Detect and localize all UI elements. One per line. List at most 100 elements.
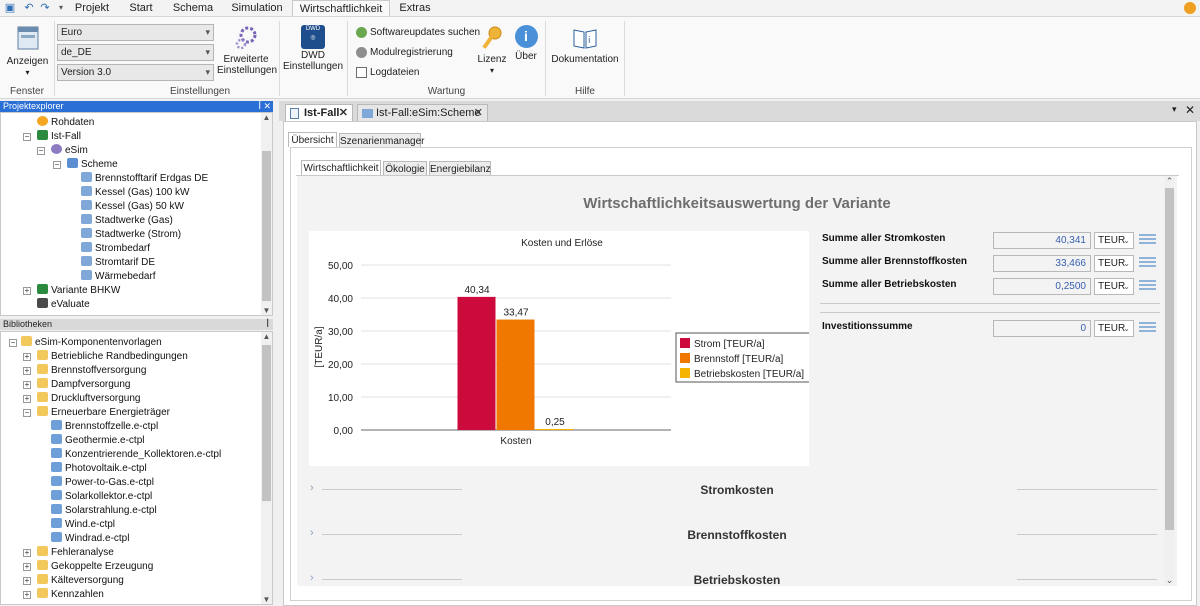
- menu-icon[interactable]: [1139, 234, 1156, 247]
- chevron-right-icon[interactable]: ›: [310, 482, 314, 494]
- library-template[interactable]: Konzentrierende_Kollektoren.e-ctpl: [51, 448, 221, 462]
- menu-icon[interactable]: [1139, 280, 1156, 293]
- unit-select[interactable]: TEUR ⌄: [1094, 232, 1134, 249]
- save-icon[interactable]: ▣: [3, 1, 17, 14]
- scroll-up-icon[interactable]: ▲: [261, 113, 272, 122]
- tab-list-dropdown-icon[interactable]: ▾: [1172, 104, 1177, 115]
- scroll-up-icon[interactable]: ⌃: [1164, 176, 1175, 187]
- library-folder[interactable]: Druckluftversorgung: [37, 392, 140, 406]
- collapse-toggle[interactable]: −: [53, 161, 61, 169]
- summary-value-betriebskosten[interactable]: 0,2500: [993, 278, 1091, 295]
- tree-item-evaluate[interactable]: eValuate: [37, 298, 90, 312]
- summary-value-investitionssumme[interactable]: 0: [993, 320, 1091, 337]
- projektexplorer-scrollbar[interactable]: ▲ ▼: [261, 113, 272, 315]
- scrollbar-thumb[interactable]: [262, 151, 271, 301]
- tab-szenarienmanager[interactable]: Szenarienmanager: [339, 133, 425, 148]
- tab-wirtschaftlichkeit[interactable]: Wirtschaftlichkeit: [301, 160, 381, 175]
- collapse-toggle[interactable]: −: [37, 147, 45, 155]
- library-template[interactable]: Solarstrahlung.e-ctpl: [51, 504, 157, 518]
- bibliotheken-scrollbar[interactable]: ▲ ▼: [261, 332, 272, 604]
- tree-item-component[interactable]: Stadtwerke (Gas): [81, 214, 173, 228]
- tree-item-scheme[interactable]: Scheme: [67, 158, 118, 172]
- collapse-toggle[interactable]: −: [23, 409, 31, 417]
- logdateien-button[interactable]: Logdateien: [356, 65, 420, 80]
- expand-toggle[interactable]: +: [23, 549, 31, 557]
- tree-item-component[interactable]: Brennstofftarif Erdgas DE: [81, 172, 208, 186]
- unit-select[interactable]: TEUR ⌄: [1094, 278, 1134, 295]
- tree-item-variante-bhkw[interactable]: Variante BHKW: [37, 284, 120, 298]
- expand-toggle[interactable]: +: [23, 287, 31, 295]
- softwareupdates-button[interactable]: Softwareupdates suchen: [356, 25, 480, 40]
- chevron-right-icon[interactable]: ›: [310, 572, 314, 584]
- library-folder[interactable]: Kälteversorgung: [37, 574, 124, 588]
- chevron-right-icon[interactable]: ›: [310, 527, 314, 539]
- tree-item-component[interactable]: Kessel (Gas) 100 kW: [81, 186, 189, 200]
- ribbon-tab-simulation[interactable]: Simulation: [224, 0, 290, 16]
- scroll-down-icon[interactable]: ▼: [261, 306, 272, 315]
- scroll-down-icon[interactable]: ▼: [261, 595, 272, 604]
- doc-tab-ist-fall[interactable]: Ist-Fall ✕: [285, 104, 353, 121]
- erweiterte-einstellungen-button[interactable]: Erweiterte Einstellungen: [217, 25, 277, 77]
- library-folder[interactable]: Kennzahlen: [37, 588, 104, 602]
- unit-select[interactable]: TEUR ⌄: [1094, 255, 1134, 272]
- section-brennstoffkosten[interactable]: Brennstoffkosten: [637, 528, 837, 542]
- ribbon-tab-extras[interactable]: Extras: [392, 0, 438, 16]
- tree-item-ist-fall[interactable]: Ist-Fall: [37, 130, 81, 144]
- library-folder[interactable]: Fehleranalyse: [37, 546, 114, 560]
- currency-select[interactable]: Euro ▾: [57, 24, 214, 41]
- section-betriebskosten[interactable]: Betriebskosten: [637, 573, 837, 586]
- scrollbar-thumb[interactable]: [262, 345, 271, 501]
- pin-icon[interactable]: ꟾ: [266, 319, 269, 330]
- version-select[interactable]: Version 3.0 ▾: [57, 64, 214, 81]
- library-template[interactable]: Power-to-Gas.e-ctpl: [51, 476, 154, 490]
- scroll-down-icon[interactable]: ⌄: [1164, 575, 1175, 586]
- unit-select[interactable]: TEUR ⌄: [1094, 320, 1134, 337]
- close-icon[interactable]: ✕: [263, 101, 271, 112]
- redo-icon[interactable]: ↷: [38, 1, 52, 14]
- expand-toggle[interactable]: +: [23, 395, 31, 403]
- anzeigen-button[interactable]: Anzeigen ▾: [5, 25, 50, 77]
- tab-uebersicht[interactable]: Übersicht: [288, 132, 337, 147]
- pin-icon[interactable]: ꟾ: [258, 101, 261, 112]
- undo-icon[interactable]: ↶: [22, 1, 36, 14]
- doc-tab-scheme[interactable]: Ist-Fall:eSim:Scheme ✕: [357, 104, 488, 121]
- dokumentation-button[interactable]: i Dokumentation: [550, 25, 620, 77]
- ribbon-tab-wirtschaftlichkeit[interactable]: Wirtschaftlichkeit: [292, 0, 390, 16]
- summary-value-stromkosten[interactable]: 40,341: [993, 232, 1091, 249]
- tab-oekologie[interactable]: Ökologie: [383, 161, 427, 176]
- library-folder[interactable]: Brennstoffversorgung: [37, 364, 146, 378]
- library-template[interactable]: Windrad.e-ctpl: [51, 532, 129, 546]
- locale-select[interactable]: de_DE ▾: [57, 44, 214, 61]
- tree-item-component[interactable]: Stadtwerke (Strom): [81, 228, 181, 242]
- close-icon[interactable]: ✕: [474, 105, 483, 122]
- scroll-up-icon[interactable]: ▲: [261, 332, 272, 341]
- collapse-toggle[interactable]: −: [23, 133, 31, 141]
- tree-item-component[interactable]: Strombedarf: [81, 242, 150, 256]
- quick-access-dropdown-icon[interactable]: ▾: [54, 1, 68, 14]
- expand-toggle[interactable]: +: [23, 577, 31, 585]
- tab-energiebilanz[interactable]: Energiebilanz: [429, 161, 491, 176]
- ribbon-tab-schema[interactable]: Schema: [166, 0, 220, 16]
- section-stromkosten[interactable]: Stromkosten: [637, 483, 837, 497]
- lizenz-button[interactable]: Lizenz ▾: [477, 25, 507, 83]
- library-template[interactable]: Geothermie.e-ctpl: [51, 434, 144, 448]
- library-folder[interactable]: Betriebliche Randbedingungen: [37, 350, 188, 364]
- close-all-icon[interactable]: ✕: [1185, 103, 1195, 117]
- library-folder[interactable]: Gekoppelte Erzeugung: [37, 560, 153, 574]
- menu-icon[interactable]: [1139, 322, 1156, 335]
- library-root[interactable]: eSim-Komponentenvorlagen: [21, 336, 162, 350]
- scrollbar-thumb[interactable]: [1165, 188, 1174, 530]
- library-template[interactable]: Solarkollektor.e-ctpl: [51, 490, 152, 504]
- library-template[interactable]: Wind.e-ctpl: [51, 518, 115, 532]
- tree-item-component[interactable]: Kessel (Gas) 50 kW: [81, 200, 184, 214]
- ribbon-tab-start[interactable]: Start: [120, 0, 162, 16]
- expand-toggle[interactable]: +: [23, 591, 31, 599]
- library-folder[interactable]: Dampfversorgung: [37, 378, 130, 392]
- menu-icon[interactable]: [1139, 257, 1156, 270]
- library-folder[interactable]: Erneuerbare Energieträger: [37, 406, 170, 420]
- tree-item-component[interactable]: Wärmebedarf: [81, 270, 156, 284]
- ribbon-tab-projekt[interactable]: Projekt: [68, 0, 116, 16]
- tree-item-esim[interactable]: eSim: [51, 144, 88, 158]
- tree-item-component[interactable]: Stromtarif DE: [81, 256, 155, 270]
- expand-toggle[interactable]: +: [23, 563, 31, 571]
